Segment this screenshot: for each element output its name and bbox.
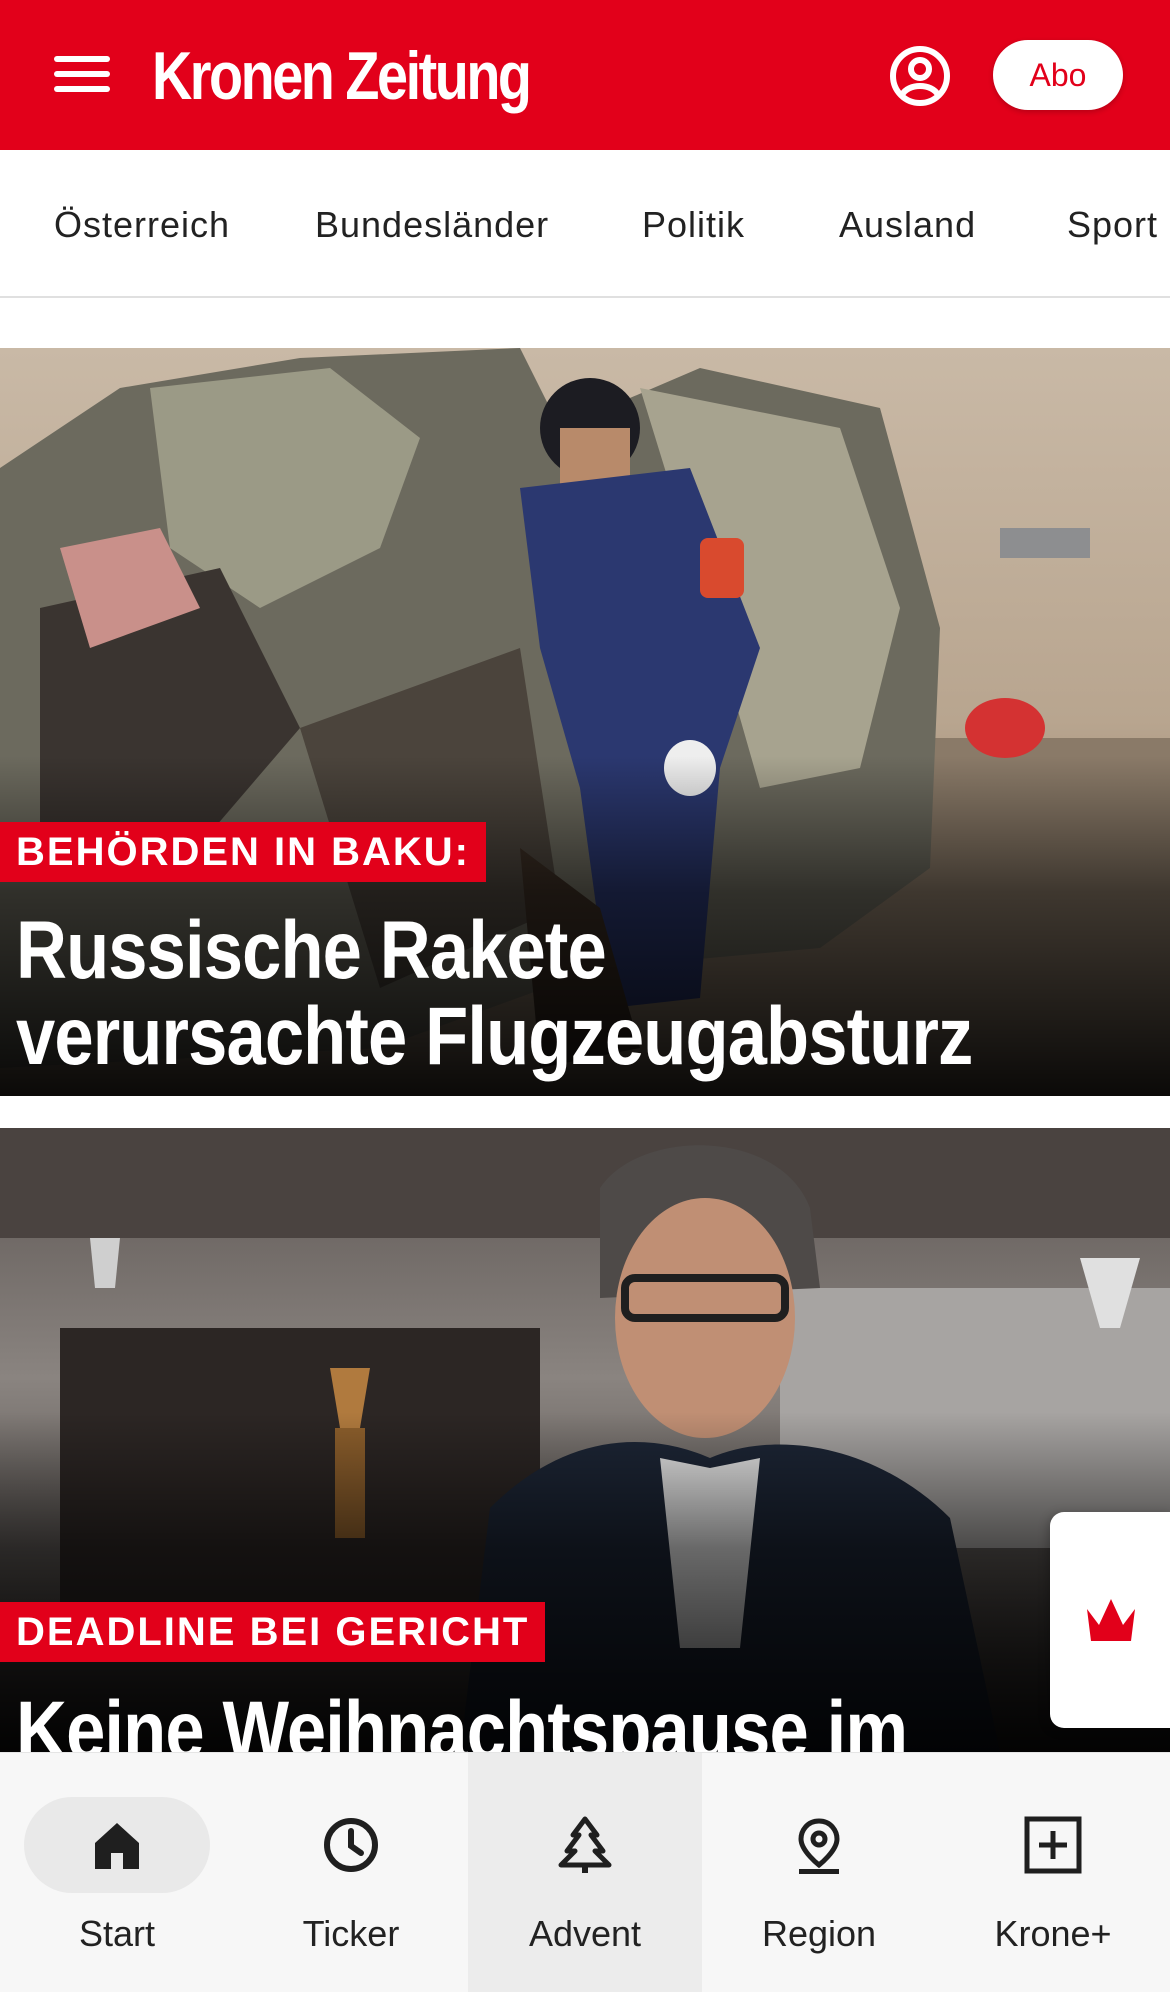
article-headline: Keine Weihnachtspause im [16,1685,1134,1753]
location-pin-icon [798,1818,840,1874]
nav-start[interactable]: Start [0,1753,234,1992]
plus-box-icon [1024,1816,1082,1874]
crown-icon [1087,1599,1135,1641]
category-bundeslaender[interactable]: Bundesländer [315,204,549,246]
brand-logo[interactable]: Kronen Zeitung [152,36,532,116]
nav-label: Start [78,1913,156,1954]
category-sport[interactable]: Sport [1067,204,1158,246]
home-icon [95,1823,139,1869]
category-ausland[interactable]: Ausland [839,204,976,246]
headline-line: verursachte Flugzeugabsturz [16,991,973,1082]
nav-ticker[interactable]: Ticker [234,1753,468,1992]
nav-advent[interactable]: Advent [468,1753,702,1992]
category-nav: Österreich Bundesländer Politik Ausland … [0,150,1170,298]
article-kicker: BEHÖRDEN IN BAKU: [0,822,486,882]
nav-krone-plus[interactable]: Krone+ [936,1753,1170,1992]
category-oesterreich[interactable]: Österreich [54,204,230,246]
menu-icon[interactable] [54,50,112,98]
clock-icon [324,1818,378,1872]
nav-label: Region [761,1913,877,1954]
bottom-navigation: Start Ticker Advent Region Krone+ [0,1752,1170,1992]
headline-line: Russische Rakete [16,905,607,996]
headline-line: Keine Weihnachtspause im [16,1685,908,1753]
account-icon[interactable] [888,44,952,108]
article-headline: Russische Rakete verursachte Flugzeugabs… [16,908,1134,1080]
article-card[interactable]: BEHÖRDEN IN BAKU: Russische Rakete verur… [0,348,1170,1096]
abo-button[interactable]: Abo [993,40,1123,110]
article-card[interactable]: DEADLINE BEI GERICHT Keine Weihnachtspau… [0,1128,1170,1752]
tree-icon [558,1816,612,1873]
nav-label: Advent [528,1913,642,1954]
app-header: Kronen Zeitung Abo [0,0,1170,150]
nav-label: Ticker [302,1913,400,1954]
krone-floating-button[interactable] [1050,1512,1170,1728]
nav-label: Krone+ [994,1913,1112,1954]
article-kicker: DEADLINE BEI GERICHT [0,1602,546,1662]
nav-region[interactable]: Region [702,1753,936,1992]
category-politik[interactable]: Politik [642,204,745,246]
